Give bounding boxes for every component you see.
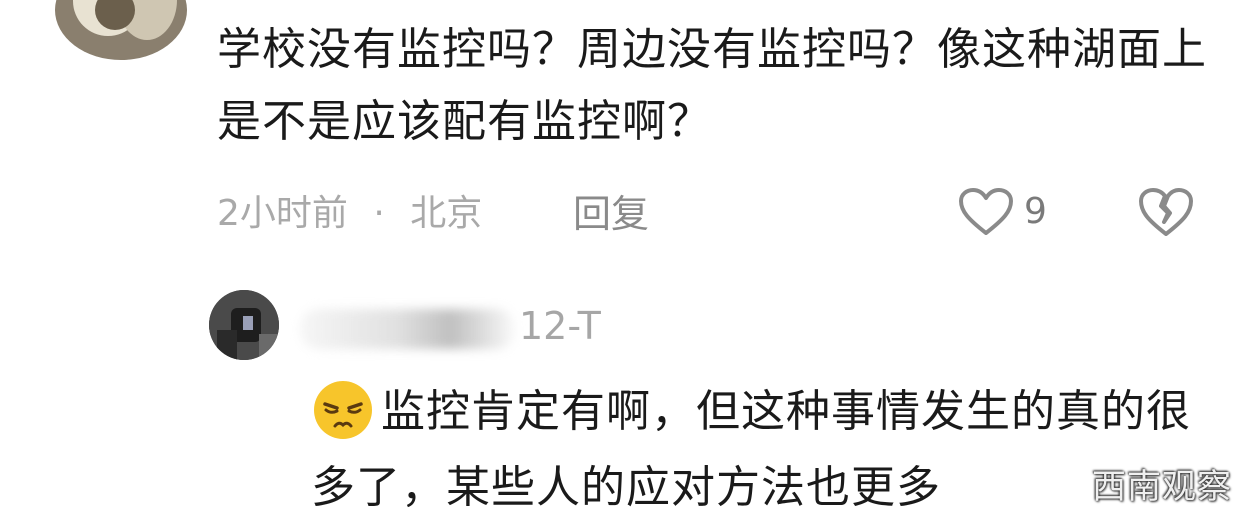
dislike-button[interactable]	[1137, 186, 1195, 242]
squinting-face-emoji	[314, 381, 372, 439]
reply-author-avatar[interactable]	[209, 290, 279, 360]
reply-author-visible: 12-T	[519, 304, 601, 348]
comment-time: 2小时前	[217, 193, 348, 234]
avatar-image	[209, 290, 279, 360]
reply-author-name[interactable]: 12-T	[300, 296, 601, 356]
name-obscured	[300, 308, 515, 349]
watermark: 西南观察	[1092, 467, 1232, 507]
like-button[interactable]: 9	[958, 184, 1047, 240]
comment-meta: 2小时前 · 北京	[217, 188, 482, 240]
reply-text: 监控肯定有啊，但这种事情发生的真的很多了，某些人的应对方法也更多	[311, 386, 1191, 513]
commenter-avatar[interactable]	[55, 0, 187, 60]
comment-thread: 学校没有监控吗？周边没有监控吗？像这种湖面上是不是应该配有监控啊？ 2小时前 ·…	[0, 0, 1260, 531]
heart-outline-icon	[959, 188, 1013, 235]
like-count: 9	[1024, 191, 1047, 232]
comment-text: 学校没有监控吗？周边没有监控吗？像这种湖面上是不是应该配有监控啊？	[217, 24, 1207, 147]
reply-button[interactable]: 回复	[573, 188, 649, 240]
comment-location: 北京	[410, 193, 483, 234]
meta-separator: ·	[373, 193, 385, 234]
broken-heart-icon	[1139, 188, 1193, 236]
